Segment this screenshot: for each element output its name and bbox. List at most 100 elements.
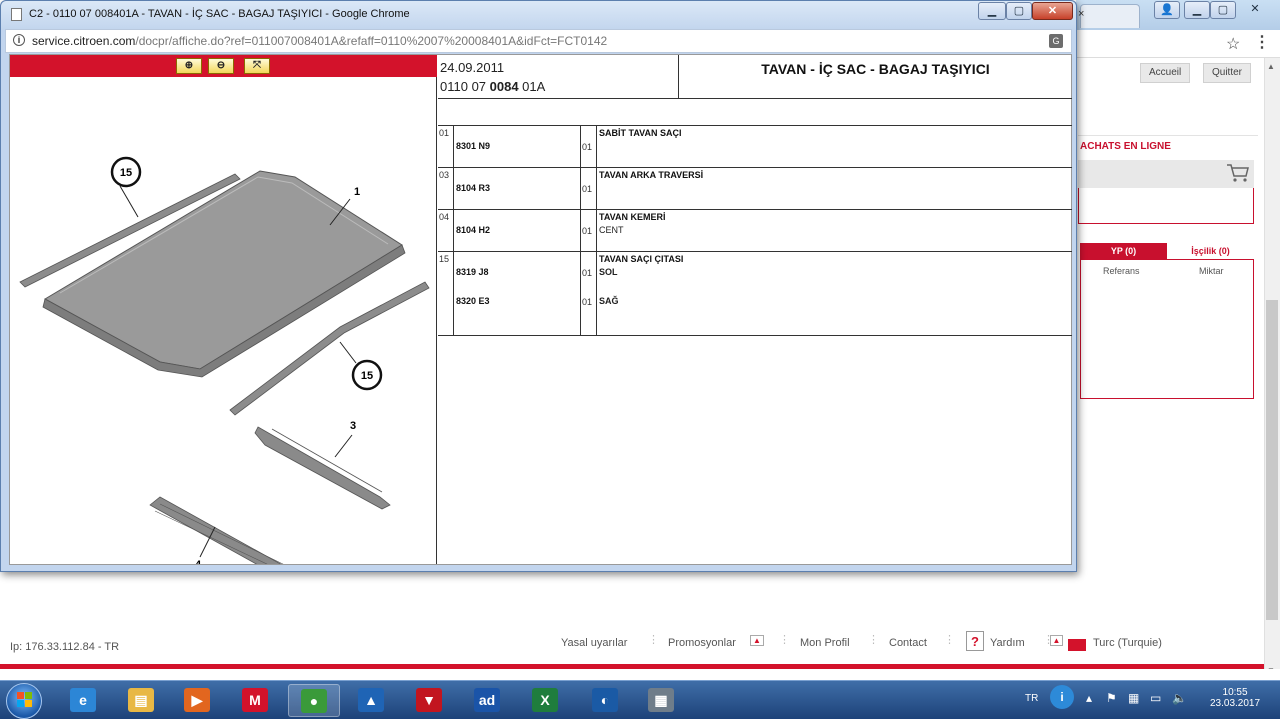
footer-link-legal[interactable]: Yasal uyarılar xyxy=(561,637,627,649)
ref-suffix: 01A xyxy=(518,79,546,94)
quitter-button[interactable]: Quitter xyxy=(1203,63,1252,83)
taskbar-app-internet-explorer[interactable]: e xyxy=(58,684,110,717)
window-controls: ▁ ▢ ✕ xyxy=(978,1,1073,21)
accueil-button[interactable]: Accueil xyxy=(1140,63,1191,83)
rear-crossmember-part xyxy=(254,426,391,510)
scroll-up-icon[interactable]: ▲ xyxy=(1267,62,1275,71)
taskbar-app-excel[interactable]: X xyxy=(520,684,572,717)
tray-expand-icon[interactable]: ▴ xyxy=(1086,691,1092,705)
zoom-in-button[interactable]: ⊕ xyxy=(176,58,202,74)
info-tray-icon[interactable]: i xyxy=(1050,685,1074,709)
footer-separator: ⋮ xyxy=(648,634,659,646)
desc-cell: SABİT TAVAN SAÇI xyxy=(597,126,1072,167)
ref-prefix: 0110 07 xyxy=(440,79,490,94)
display-tray-icon[interactable]: ▭ xyxy=(1150,691,1161,705)
info-icon[interactable]: i xyxy=(13,34,25,46)
ref-bold: 0084 xyxy=(489,79,519,94)
footer-link-promotions[interactable]: Promosyonlar xyxy=(668,637,736,649)
taskbar-app-app-ad[interactable]: ad xyxy=(462,684,514,717)
part-quantity: 01 xyxy=(582,297,593,307)
url-host: service.citroen.com xyxy=(32,34,136,48)
table-row[interactable]: 01 8301 N9 01 SABİT TAVAN SAÇI xyxy=(438,126,1072,168)
part-quantity: 01 xyxy=(582,142,593,152)
diagram-pane: ⊕ ⊖ ⤧ 15 1 15 3 xyxy=(10,55,437,564)
close-button[interactable]: ✕ xyxy=(1238,1,1272,19)
promo-icon[interactable]: ▲ xyxy=(750,635,764,646)
flag-tray-icon[interactable]: ⚑ xyxy=(1106,691,1117,705)
zoom-fit-button[interactable]: ⤧ xyxy=(244,58,270,74)
media-player-icon: ▶ xyxy=(184,688,210,712)
ref-cell: 8319 J8 8320 E3 xyxy=(454,252,581,335)
callout-3: 3 xyxy=(350,420,356,432)
bookmark-star-icon[interactable]: ☆ xyxy=(1226,34,1240,54)
maximize-button[interactable]: ▢ xyxy=(1210,1,1236,19)
footer-link-contact[interactable]: Contact xyxy=(889,637,927,649)
minimize-button[interactable]: ▁ xyxy=(978,2,1006,20)
close-button[interactable]: ✕ xyxy=(1032,2,1073,20)
pos-number: 15 xyxy=(439,254,450,264)
taskbar-app-app-m[interactable]: M xyxy=(230,684,282,717)
divider xyxy=(1078,135,1258,136)
scrollbar-thumb[interactable] xyxy=(1266,300,1278,620)
part-title: TAVAN ARKA TRAVERSİ xyxy=(599,170,704,180)
url-text[interactable]: service.citroen.com/docpr/affiche.do?ref… xyxy=(32,34,607,48)
start-button[interactable] xyxy=(6,683,42,719)
app-ad-icon: ad xyxy=(474,688,500,712)
address-bar[interactable]: i service.citroen.com/docpr/affiche.do?r… xyxy=(5,29,1072,53)
part-quantity: 01 xyxy=(582,226,593,236)
windows-logo-icon xyxy=(17,692,32,707)
maximize-button[interactable]: ▢ xyxy=(1006,2,1032,20)
taskbar-app-chrome[interactable]: ● xyxy=(288,684,340,717)
footer-separator: ⋮ xyxy=(944,634,955,646)
app-m-icon: M xyxy=(242,688,268,712)
shopping-cart-icon[interactable] xyxy=(1226,163,1250,183)
table-row[interactable]: 03 8104 R3 01 TAVAN ARKA TRAVERSİ xyxy=(438,168,1072,210)
app-v-icon: ▼ xyxy=(416,688,442,712)
taskbar-app-file-explorer[interactable]: ▤ xyxy=(116,684,168,717)
table-row[interactable]: 15 8319 J8 8320 E3 01 01 TAVAN SAÇI ÇITA… xyxy=(438,252,1072,336)
footer-link-profile[interactable]: Mon Profil xyxy=(800,637,850,649)
volume-tray-icon[interactable]: 🔈 xyxy=(1172,691,1187,705)
part-reference[interactable]: 8320 E3 xyxy=(456,296,490,306)
part-reference[interactable]: 8104 R3 xyxy=(456,183,490,193)
pos-number: 01 xyxy=(439,128,450,138)
taskbar-app-calculator[interactable]: ▦ xyxy=(636,684,688,717)
part-reference[interactable]: 8301 N9 xyxy=(456,141,490,151)
part-reference[interactable]: 8104 H2 xyxy=(456,225,490,235)
clock[interactable]: 10:55 23.03.2017 xyxy=(1210,687,1260,709)
bottom-strip xyxy=(0,669,1280,680)
help-icon[interactable]: ? xyxy=(966,631,984,651)
pos-number: 04 xyxy=(439,212,450,222)
language-indicator[interactable]: TR xyxy=(1025,693,1038,704)
language-arrow-icon[interactable]: ▲ xyxy=(1050,635,1063,646)
network-tray-icon[interactable]: ▦ xyxy=(1128,691,1139,705)
background-tab[interactable] xyxy=(1080,4,1140,28)
popup-content: ⊕ ⊖ ⤧ 15 1 15 3 24.09.2011 0110 07 0084 … xyxy=(9,54,1072,565)
callout-1: 1 xyxy=(354,186,360,198)
taskbar-app-app-globe[interactable]: ◐ xyxy=(580,684,632,717)
taskbar-app-app-v[interactable]: ▼ xyxy=(404,684,456,717)
footer-link-language[interactable]: Turc (Turquie) xyxy=(1093,637,1162,649)
ref-cell: 8104 H2 xyxy=(454,210,581,251)
minimize-button[interactable]: ▁ xyxy=(1184,1,1210,19)
translate-icon[interactable]: G xyxy=(1049,34,1063,48)
pos-cell: 15 xyxy=(438,252,454,335)
column-miktar: Miktar xyxy=(1199,266,1224,276)
table-row[interactable]: 04 8104 H2 01 TAVAN KEMERİ CENT xyxy=(438,210,1072,252)
achats-heading: ACHATS EN LIGNE xyxy=(1080,141,1171,152)
parts-diagram[interactable]: 15 1 15 3 4 xyxy=(10,77,437,564)
chrome-menu-icon[interactable]: ⋮ xyxy=(1254,32,1270,52)
qty-cell: 01 xyxy=(581,210,597,251)
tab-yp[interactable]: YP (0) xyxy=(1080,243,1167,259)
callout-15-right: 15 xyxy=(361,370,373,382)
part-reference[interactable]: 8319 J8 xyxy=(456,267,489,277)
taskbar-app-media-player[interactable]: ▶ xyxy=(172,684,224,717)
zoom-out-button[interactable]: ⊖ xyxy=(208,58,234,74)
footer-link-help[interactable]: Yardım xyxy=(990,637,1025,649)
part-title: TAVAN SAÇI ÇITASI xyxy=(599,254,684,264)
part-title: SABİT TAVAN SAÇI xyxy=(599,128,682,138)
taskbar-app-app-a[interactable]: ▲ xyxy=(346,684,398,717)
tab-iscilik[interactable]: İşçilik (0) xyxy=(1167,243,1254,259)
profile-icon[interactable]: 👤 xyxy=(1154,1,1180,19)
tab-close-icon[interactable]: × xyxy=(1078,8,1084,20)
